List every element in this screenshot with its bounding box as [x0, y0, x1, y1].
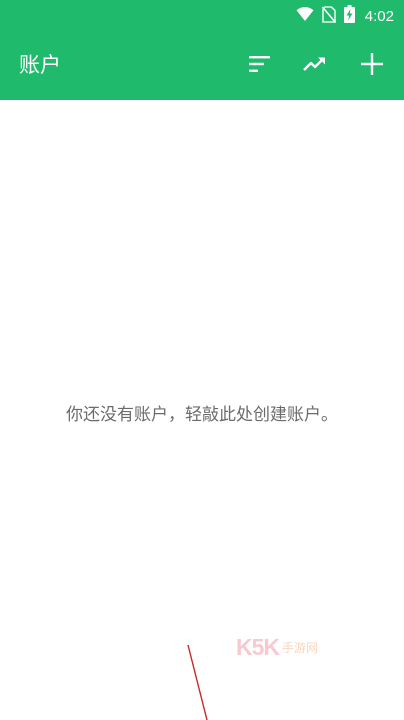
- no-sim-icon: [321, 5, 336, 27]
- trends-button[interactable]: [297, 48, 333, 84]
- status-icons: 4:02: [296, 5, 394, 27]
- add-account-button[interactable]: [354, 48, 390, 84]
- app-bar: 账户: [0, 32, 404, 100]
- sort-button[interactable]: [242, 48, 278, 84]
- status-time: 4:02: [364, 7, 394, 25]
- status-bar: 4:02: [0, 0, 404, 32]
- sort-icon: [249, 55, 271, 77]
- watermark: K5K 手游网: [236, 633, 318, 661]
- watermark-logo: K5K: [236, 633, 280, 660]
- trending-up-icon: [303, 56, 327, 76]
- battery-charging-icon: [343, 5, 355, 27]
- wifi-icon: [296, 6, 314, 26]
- screen: 4:02 账户 你还没有账户，轻敲此处创建账户。 K5K 手游网: [0, 0, 404, 720]
- add-icon: [361, 53, 383, 79]
- empty-state-message[interactable]: 你还没有账户，轻敲此处创建账户。: [0, 402, 404, 428]
- annotation-stroke: [187, 644, 208, 720]
- page-title: 账户: [19, 53, 61, 77]
- watermark-sub: 手游网: [282, 640, 319, 655]
